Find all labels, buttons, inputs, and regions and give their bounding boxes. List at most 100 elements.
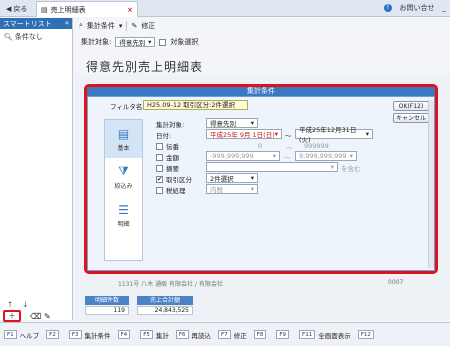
voucher-to[interactable]: 999999 bbox=[304, 142, 329, 150]
fkey-f11-label: 全画面表示 bbox=[318, 331, 351, 340]
sidebar-arrows: ⭡ ⭣ bbox=[8, 300, 28, 310]
sidebar-header: スマートリスト « bbox=[0, 18, 72, 29]
background-code: 0007 bbox=[388, 279, 404, 286]
date-to-value: 平成25年12月31日(火) bbox=[299, 126, 357, 144]
function-key-bar: F1 ヘルプ F2 F3 集計条件 F4 F5 集計 F6 再読込 F7 修正 F8 F9… bbox=[0, 322, 450, 346]
arrow-down-icon[interactable]: ⭣ bbox=[24, 300, 28, 310]
add-icon: ＋ bbox=[8, 312, 16, 320]
fkey-f7-label: 修正 bbox=[233, 331, 247, 340]
amount-tilde: 〜 bbox=[284, 154, 291, 162]
chevron-down-icon: ▾ bbox=[272, 152, 276, 160]
amount-from-value: -999,999,999 bbox=[210, 152, 254, 160]
voucher-from[interactable]: 0 bbox=[258, 142, 262, 150]
collapse-icon[interactable]: « bbox=[65, 19, 69, 28]
voucher-row: 伝番 bbox=[156, 141, 179, 151]
calendar-icon: ▾ bbox=[274, 130, 278, 138]
filter-icon: ⧩ bbox=[118, 164, 129, 178]
chevron-down-icon: ▾ bbox=[148, 38, 152, 46]
calendar-icon: ▾ bbox=[365, 130, 369, 138]
arrow-up-icon[interactable]: ⭡ bbox=[8, 300, 12, 310]
cancel-button[interactable]: キャンセル bbox=[393, 113, 429, 123]
help-link[interactable]: お問い合せ bbox=[400, 3, 435, 13]
txn-row: 取引区分 bbox=[156, 174, 192, 184]
tax-select[interactable]: 内税 ▾ bbox=[206, 184, 258, 194]
date-from-value: 平成25年 9月 1日(日) bbox=[210, 131, 275, 139]
summary-input[interactable]: ▾ bbox=[206, 162, 338, 172]
txn-label: 取引区分 bbox=[166, 176, 192, 184]
document-icon: ▤ bbox=[117, 126, 130, 141]
summary-row: 摘要 bbox=[156, 163, 179, 173]
txn-checkbox[interactable] bbox=[156, 175, 163, 183]
txn-value: 2件選択 bbox=[210, 175, 234, 183]
fkey-f5[interactable]: F5 bbox=[140, 330, 153, 339]
condition-menu[interactable]: 集計条件 bbox=[87, 21, 115, 31]
chevron-down-icon: ▾ bbox=[250, 119, 254, 127]
sidebar-item-label: 条件なし bbox=[14, 33, 43, 41]
fkey-f1-label: ヘルプ bbox=[19, 331, 40, 340]
date-from-select[interactable]: 平成25年 9月 1日(日) ▾ bbox=[206, 129, 282, 139]
fkey-f2[interactable]: F2 bbox=[46, 330, 59, 339]
tab-sales-detail[interactable]: ▤ 売上明細表 × bbox=[36, 1, 138, 17]
close-icon[interactable]: × bbox=[127, 6, 133, 14]
nav-detail[interactable]: ☰ 明細 bbox=[105, 196, 142, 234]
target-select[interactable]: 得意先別 ▾ bbox=[115, 37, 156, 47]
nav-basic-label: 基本 bbox=[117, 144, 130, 152]
date-to-select[interactable]: 平成25年12月31日(火) ▾ bbox=[295, 126, 373, 144]
summary-checkbox[interactable] bbox=[156, 164, 163, 172]
list-icon: ☰ bbox=[118, 202, 129, 217]
fkey-f6[interactable]: F6 bbox=[175, 330, 189, 339]
chevron-down-icon: ▾ bbox=[349, 152, 353, 160]
help-area: ? お問い合せ _ bbox=[383, 3, 447, 13]
tax-label: 税処理 bbox=[166, 187, 186, 195]
sidebar-item-none[interactable]: 🔍︎ 条件なし bbox=[0, 29, 72, 45]
dialog-title: 集計条件 bbox=[87, 87, 435, 96]
back-button[interactable]: ◀ 戻る bbox=[3, 3, 30, 14]
search-icon: 🔍︎ bbox=[4, 33, 13, 41]
filter-name-label: フィルタ名: bbox=[110, 103, 145, 111]
date-tilde: 〜 bbox=[285, 132, 292, 140]
nav-narrow-label: 絞込み bbox=[114, 183, 133, 190]
dialog-nav: ▤ 基本 ⧩ 絞込み ☰ 明細 bbox=[104, 119, 143, 261]
fkey-f3[interactable]: F3 bbox=[68, 330, 82, 339]
summary-text-label: 摘要 bbox=[166, 165, 179, 173]
nav-basic[interactable]: ▤ 基本 bbox=[105, 120, 142, 158]
minimize-icon[interactable]: _ bbox=[443, 4, 447, 12]
pencil-icon: ✎ bbox=[131, 21, 138, 30]
fkey-f5-label: 集計 bbox=[155, 331, 169, 340]
target-value: 得意先別 bbox=[119, 39, 146, 47]
fkey-f12[interactable]: F12 bbox=[357, 330, 374, 339]
filter-name-input[interactable]: H25.09-12 取引区分:2件選択 bbox=[143, 100, 248, 110]
fkey-f7[interactable]: F7 bbox=[218, 330, 231, 339]
fkey-f11[interactable]: F11 bbox=[299, 330, 316, 339]
back-label: 戻る bbox=[13, 4, 28, 13]
amount-row: 金額 bbox=[156, 152, 179, 162]
txn-select[interactable]: 2件選択 ▾ bbox=[206, 173, 258, 183]
document-icon: ▤ bbox=[41, 5, 48, 14]
fkey-f9[interactable]: F9 bbox=[276, 330, 290, 339]
dlg-target-label: 集計対象: bbox=[156, 121, 185, 129]
amount-to-input[interactable]: 9,999,999,999 ▾ bbox=[295, 151, 357, 161]
amount-from-input[interactable]: -999,999,999 ▾ bbox=[206, 151, 280, 161]
chevron-down-icon: ▾ bbox=[330, 163, 334, 171]
dlg-target-select[interactable]: 得意先別 ▾ bbox=[206, 118, 258, 128]
voucher-checkbox[interactable] bbox=[156, 142, 163, 150]
chevron-down-icon[interactable]: ▾ bbox=[119, 22, 123, 30]
ok-button[interactable]: OK(F12) bbox=[393, 101, 429, 111]
fkey-f8[interactable]: F8 bbox=[253, 330, 267, 339]
amount-to-value: 9,999,999,999 bbox=[299, 152, 347, 160]
nav-narrow[interactable]: ⧩ 絞込み bbox=[105, 158, 142, 196]
help-icon[interactable]: ? bbox=[383, 4, 392, 12]
fkey-f1[interactable]: F1 bbox=[4, 330, 17, 339]
fkey-f3-label: 集計条件 bbox=[84, 331, 111, 340]
fkey-f4[interactable]: F4 bbox=[117, 330, 131, 339]
pencil-small-icon[interactable]: ✎ bbox=[44, 312, 51, 321]
dlg-target-value: 得意先別 bbox=[210, 120, 236, 128]
add-item-button[interactable]: ＋ bbox=[3, 310, 21, 322]
edit-button[interactable]: 修正 bbox=[141, 21, 155, 31]
amount-checkbox[interactable] bbox=[156, 153, 163, 161]
dialog-scrollbar[interactable] bbox=[428, 100, 434, 268]
tax-checkbox[interactable] bbox=[156, 186, 163, 194]
fkey-f6-label: 再読込 bbox=[191, 331, 212, 340]
option-checkbox[interactable] bbox=[159, 38, 167, 46]
eraser-icon[interactable]: ⌫ bbox=[30, 312, 41, 321]
